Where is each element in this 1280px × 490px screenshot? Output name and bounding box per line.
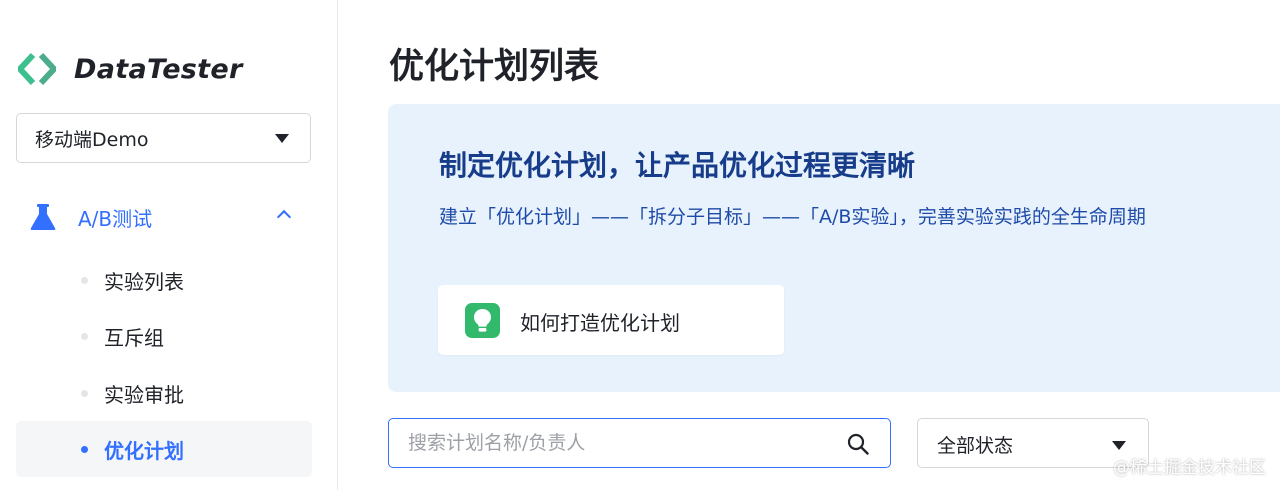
watermark: @稀土掘金技术社区 (1113, 458, 1266, 478)
logo-text: DataTester (74, 53, 243, 85)
bullet-dot (81, 389, 88, 397)
sidebar-item-label: 优化计划 (104, 438, 184, 463)
caret-down-icon (275, 134, 289, 143)
search-icon[interactable] (847, 433, 869, 455)
sidebar-item-optimization-plan[interactable]: 优化计划 (16, 421, 312, 477)
nav-group-ab-testing[interactable]: A/B测试 (16, 190, 311, 244)
status-filter-value: 全部状态 (937, 435, 1014, 457)
lightbulb-icon (465, 303, 500, 338)
bullet-dot (81, 276, 88, 284)
datatester-logo-icon (18, 52, 56, 86)
caret-down-icon (1112, 441, 1126, 450)
sidebar-item-experiment-approval[interactable]: 实验审批 (16, 365, 312, 421)
how-to-build-plan-card[interactable]: 如何打造优化计划 (438, 285, 784, 355)
nav-group-label: A/B测试 (78, 207, 153, 231)
sidebar-item-experiment-list[interactable]: 实验列表 (16, 252, 312, 308)
project-select[interactable]: 移动端Demo (16, 113, 311, 163)
sidebar-item-label: 实验列表 (104, 269, 184, 294)
bullet-dot (81, 332, 88, 340)
sidebar-item-label: 实验审批 (104, 382, 184, 407)
sidebar-item-label: 互斥组 (104, 325, 164, 350)
banner-subtitle: 建立「优化计划」——「拆分子目标」——「A/B实验」，完善实验实践的全生命周期 (439, 206, 1146, 228)
flask-icon (30, 204, 56, 230)
sidebar: DataTester 移动端Demo A/B测试 实验列表 互斥组 实验审批 优… (0, 0, 338, 490)
chevron-up-icon[interactable] (276, 209, 292, 225)
intro-banner: 制定优化计划，让产品优化过程更清晰 建立「优化计划」——「拆分子目标」——「A/… (388, 104, 1280, 392)
main-content: 优化计划列表 制定优化计划，让产品优化过程更清晰 建立「优化计划」——「拆分子目… (339, 0, 1280, 490)
page-title: 优化计划列表 (389, 47, 600, 87)
logo[interactable]: DataTester (18, 50, 243, 88)
how-to-label: 如何打造优化计划 (520, 311, 680, 335)
banner-title: 制定优化计划，让产品优化过程更清晰 (439, 149, 916, 182)
project-select-value: 移动端Demo (35, 128, 149, 151)
bullet-dot (81, 445, 88, 453)
sidebar-item-mutex-group[interactable]: 互斥组 (16, 308, 312, 364)
search-box[interactable] (388, 418, 891, 468)
search-input[interactable] (408, 430, 818, 456)
